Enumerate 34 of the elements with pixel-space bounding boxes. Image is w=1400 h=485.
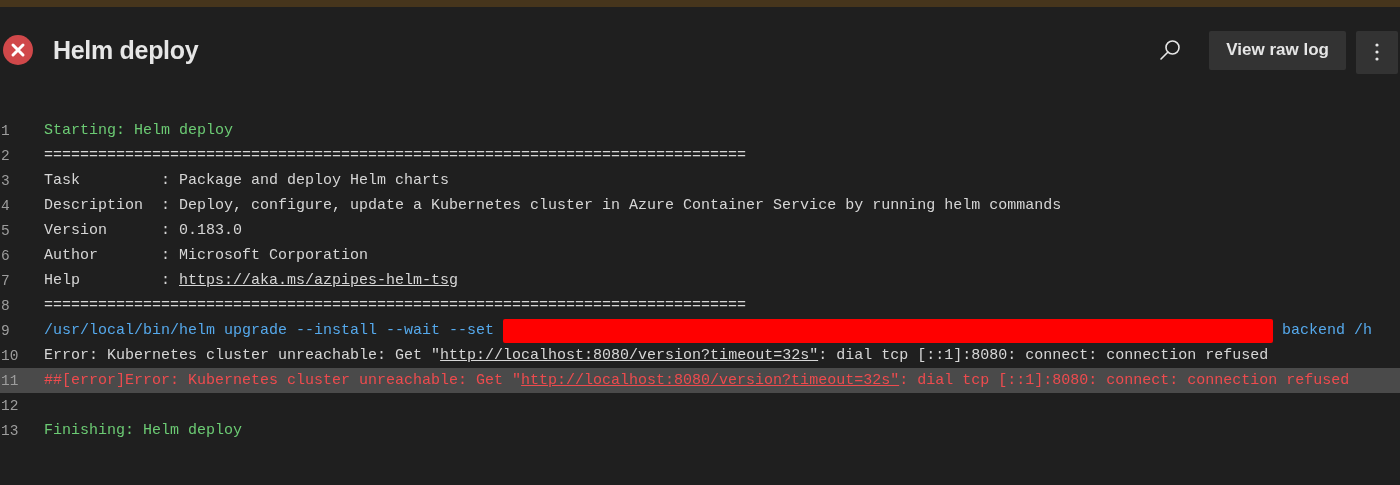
log-text: Starting: Helm deploy: [44, 122, 234, 139]
line-number: 2: [0, 147, 11, 164]
log-text: Error: Kubernetes cluster unreachable: Get ": [44, 347, 441, 364]
log-text: Description : Deploy, configure, update a Kubernetes cluster in Azure Container Service by running helm commands: [44, 197, 1062, 214]
line-number: 4: [0, 197, 11, 214]
log-text: : dial tcp [::1]:8080: connect: connection refused: [899, 372, 1350, 389]
log-text: ##[error]Error: Kubernetes cluster unreachable: Get ": [44, 372, 522, 389]
line-number: 6: [0, 247, 11, 264]
line-number: 13: [0, 422, 20, 439]
line-number: 11: [0, 372, 20, 389]
log-text: Version : 0.183.0: [44, 222, 243, 239]
log-text: Author : Microsoft Corporation: [44, 247, 369, 264]
page-title: Helm deploy: [53, 35, 200, 65]
log-text: Finishing: Helm deploy: [44, 422, 243, 439]
log-link[interactable]: https://aka.ms/azpipes-helm-tsg: [179, 272, 459, 289]
more-icon: [1375, 43, 1379, 61]
line-number: 3: [0, 172, 11, 189]
line-number: 5: [0, 222, 11, 239]
line-number: 9: [0, 322, 11, 339]
log-text: ==============================================================================: [44, 297, 747, 314]
search-icon: [1159, 39, 1182, 61]
line-number: 8: [0, 297, 11, 314]
log-text: : dial tcp [::1]:8080: connect: connection refused: [818, 347, 1269, 364]
log-text: /usr/local/bin/helm upgrade --install --wait --set: [44, 322, 496, 339]
line-number: 1: [0, 122, 11, 139]
view-raw-log-button[interactable]: View raw log: [1209, 30, 1346, 70]
log-link[interactable]: http://localhost:8080/version?timeout=32s": [440, 347, 819, 364]
log-text: ==============================================================================: [44, 147, 747, 164]
line-number: 7: [0, 272, 11, 289]
line-number: 10: [0, 347, 20, 364]
log-text: Task : Package and deploy Helm charts: [44, 172, 450, 189]
log-text: Help :: [44, 272, 172, 289]
log-text: backend /h: [1281, 322, 1373, 339]
line-number: 12: [0, 397, 20, 414]
